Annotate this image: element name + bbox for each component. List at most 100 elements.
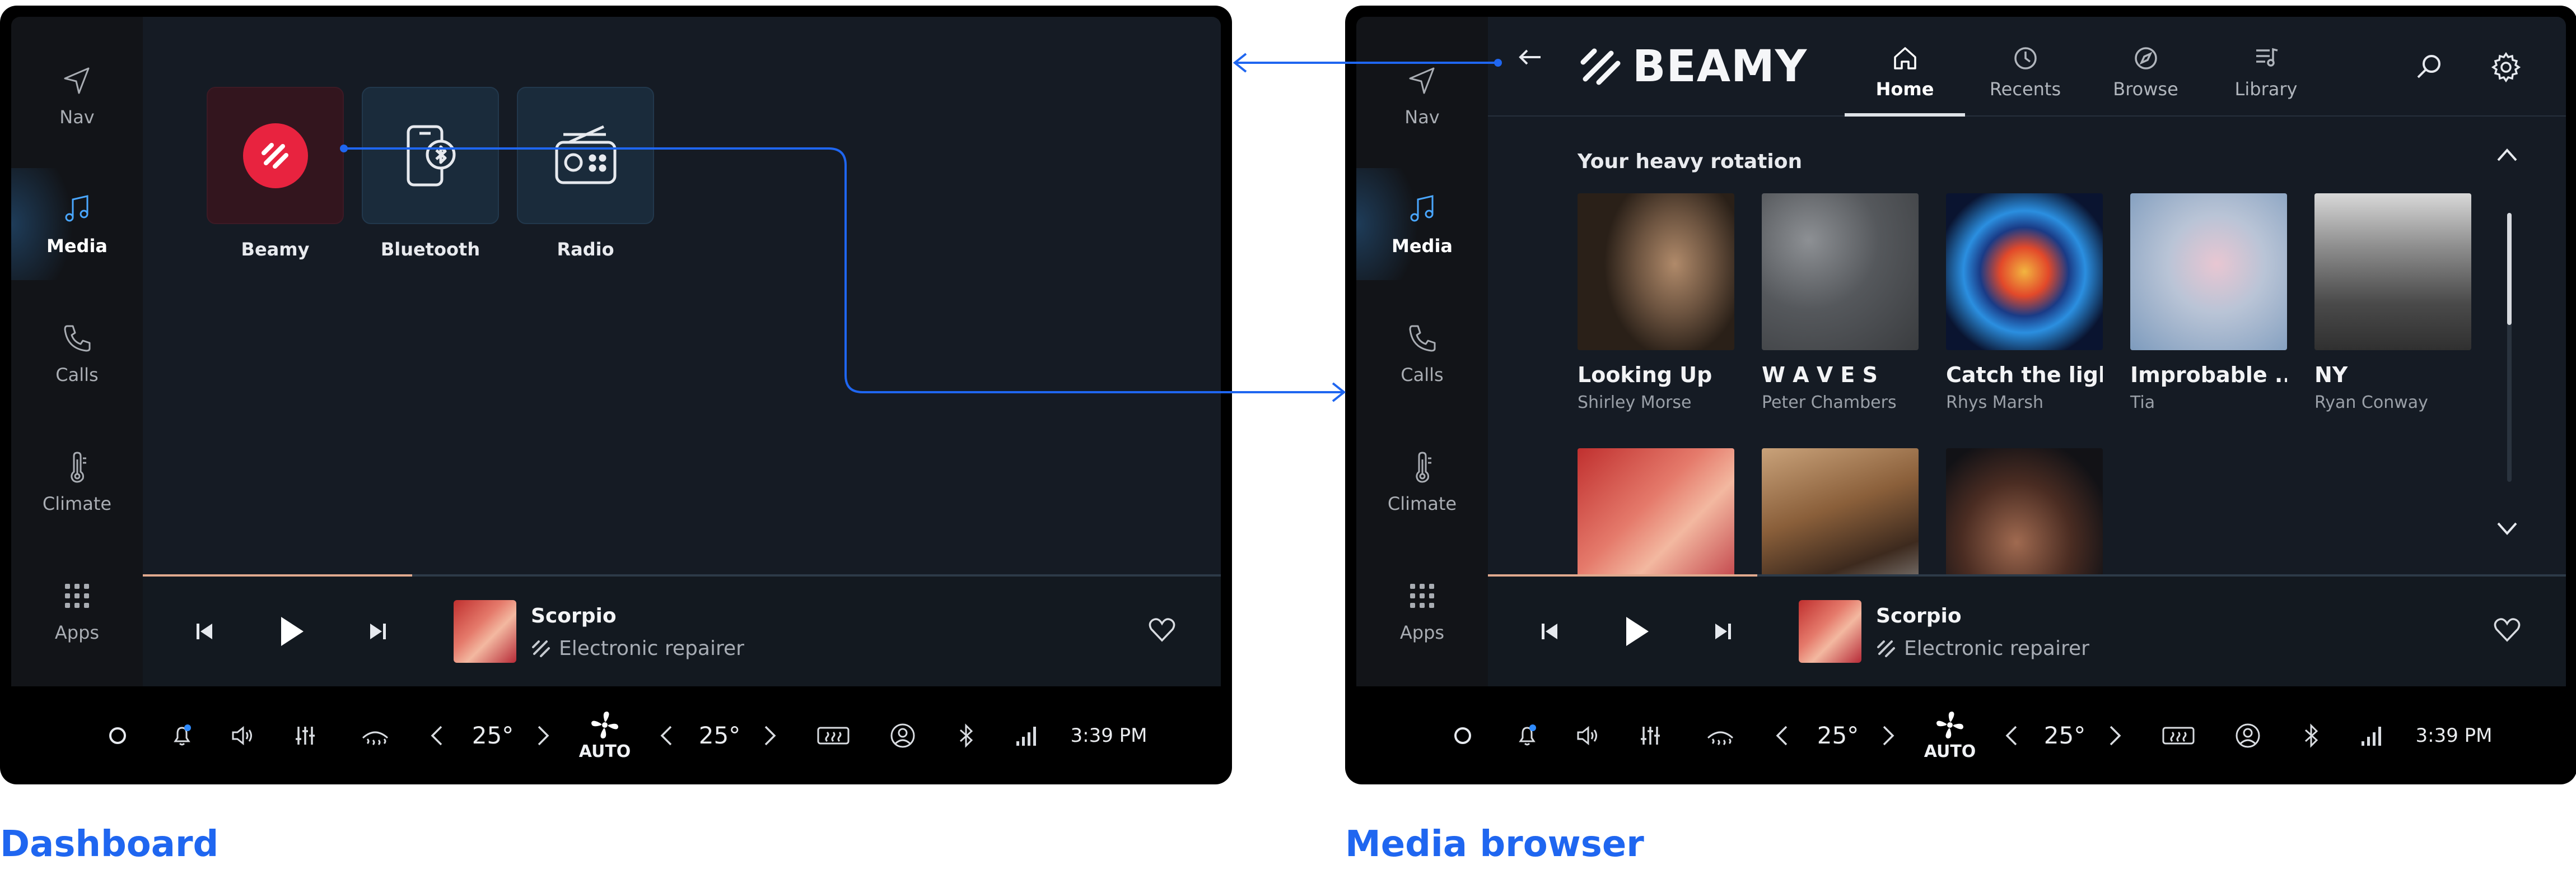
now-playing-album-art[interactable] [1799, 600, 1861, 663]
media-browser-screen: Nav Media Calls Climate Apps BEAMY Home … [1345, 6, 2576, 784]
sidebar-item-media[interactable]: Media [1356, 168, 1488, 280]
temp-left-decrease[interactable] [1771, 686, 1793, 784]
app-beamy[interactable]: Beamy [207, 87, 344, 260]
app-label: Radio [557, 239, 614, 260]
album-artist: Peter Chambers [1762, 393, 1897, 412]
clock: 3:39 PM [1070, 724, 1147, 747]
fan-auto-button[interactable]: AUTO [577, 686, 633, 784]
temp-left-increase[interactable] [1877, 686, 1900, 784]
bluetooth-status[interactable] [955, 686, 977, 784]
sidebar-item-calls[interactable]: Calls [1356, 297, 1488, 409]
expand-button[interactable] [2496, 521, 2518, 540]
thermometer-icon [1415, 452, 1431, 483]
sidebar-item-label: Climate [1387, 493, 1457, 514]
signal-bars-icon [2362, 726, 2381, 746]
profile-button[interactable] [888, 686, 918, 784]
equalizer-button[interactable] [291, 686, 319, 784]
album-card[interactable]: W A V E S Peter Chambers [1762, 193, 1919, 412]
search-icon [2417, 55, 2440, 78]
sidebar-item-nav[interactable]: Nav [1356, 39, 1488, 151]
chevron-left-icon [1776, 726, 1788, 745]
equalizer-button[interactable] [1636, 686, 1664, 784]
bluetooth-icon [2304, 723, 2318, 748]
volume-button[interactable] [230, 686, 258, 784]
sidebar-item-apps[interactable]: Apps [11, 555, 143, 667]
sidebar-item-climate[interactable]: Climate [11, 426, 143, 538]
temp-right-increase[interactable] [759, 686, 781, 784]
play-button[interactable] [1617, 577, 1656, 686]
temp-right-decrease[interactable] [655, 686, 678, 784]
app-radio[interactable]: Radio [517, 87, 654, 260]
bell-icon [174, 724, 191, 745]
collapse-button[interactable] [2496, 147, 2518, 165]
favorite-button[interactable] [2493, 617, 2521, 645]
rear-defrost-button[interactable] [815, 686, 852, 784]
home-button[interactable] [106, 686, 129, 784]
temp-right-decrease[interactable] [2000, 686, 2023, 784]
album-cover[interactable] [2314, 193, 2471, 350]
settings-button[interactable] [2490, 52, 2522, 86]
temp-left-decrease[interactable] [426, 686, 448, 784]
phone-icon [64, 325, 90, 352]
front-defrost-button[interactable] [358, 686, 392, 784]
front-defrost-button[interactable] [1704, 686, 1737, 784]
chevron-right-icon [538, 726, 549, 745]
back-button[interactable] [1516, 46, 1544, 71]
album-card[interactable]: Catch the light Rhys Marsh [1946, 193, 2103, 412]
rear-defrost-button[interactable] [2160, 686, 2197, 784]
now-playing-album-art[interactable] [454, 600, 516, 663]
app-tile[interactable] [207, 87, 344, 224]
previous-track-button[interactable] [1533, 577, 1566, 686]
sidebar-item-label: Climate [42, 493, 112, 514]
scrollbar[interactable] [2507, 213, 2512, 482]
scrollbar-thumb[interactable] [2507, 213, 2512, 325]
album-cover[interactable] [1762, 193, 1919, 350]
app-bluetooth[interactable]: Bluetooth [362, 87, 499, 260]
fan-icon [1936, 712, 1963, 738]
tab-browse[interactable]: Browse [2085, 34, 2206, 117]
sidebar-item-label: Nav [1404, 106, 1440, 128]
navigation-arrow-icon [1409, 67, 1434, 94]
now-playing-artist: Electronic repairer [1876, 637, 2089, 660]
sidebar-item-nav[interactable]: Nav [11, 39, 143, 151]
album-card[interactable]: Looking Up Shirley Morse [1578, 193, 1734, 412]
tab-label: Browse [2113, 78, 2178, 100]
app-tile[interactable] [362, 87, 499, 224]
album-cover[interactable] [1578, 193, 1734, 350]
favorite-button[interactable] [1148, 617, 1176, 645]
dashboard-main: Beamy Bluetooth Radio Scorpio Electronic… [143, 17, 1221, 686]
album-card[interactable]: NY Ryan Conway [2314, 193, 2471, 412]
profile-button[interactable] [2233, 686, 2263, 784]
temp-right-value: 25° [2043, 722, 2086, 749]
tab-recents[interactable]: Recents [1965, 34, 2085, 117]
temp-left-increase[interactable] [532, 686, 554, 784]
next-track-button[interactable] [1706, 577, 1740, 686]
skip-next-icon [1715, 624, 1731, 639]
bluetooth-status[interactable] [2300, 686, 2322, 784]
album-cover[interactable] [1946, 193, 2103, 350]
sidebar-item-apps[interactable]: Apps [1356, 555, 1488, 667]
tab-home[interactable]: Home [1845, 34, 1965, 117]
notifications-button[interactable] [168, 686, 196, 784]
sidebar-item-calls[interactable]: Calls [11, 297, 143, 409]
tab-library[interactable]: Library [2206, 34, 2326, 117]
notifications-button[interactable] [1513, 686, 1541, 784]
temp-right-increase[interactable] [2104, 686, 2126, 784]
sidebar-item-climate[interactable]: Climate [1356, 426, 1488, 538]
play-button[interactable] [272, 577, 311, 686]
chevron-up-icon [2497, 148, 2517, 161]
heart-icon [1149, 618, 1175, 642]
album-card[interactable]: Improbable ... Tia [2130, 193, 2287, 412]
sidebar-item-media[interactable]: Media [11, 168, 143, 280]
app-tile[interactable] [517, 87, 654, 224]
beamy-small-icon [1877, 640, 1895, 657]
app-label: Beamy [241, 239, 310, 260]
home-circle-icon [1454, 727, 1471, 744]
next-track-button[interactable] [361, 577, 395, 686]
search-button[interactable] [2415, 52, 2444, 83]
fan-auto-button[interactable]: AUTO [1922, 686, 1978, 784]
volume-button[interactable] [1575, 686, 1603, 784]
previous-track-button[interactable] [188, 577, 221, 686]
home-button[interactable] [1452, 686, 1474, 784]
album-cover[interactable] [2130, 193, 2287, 350]
